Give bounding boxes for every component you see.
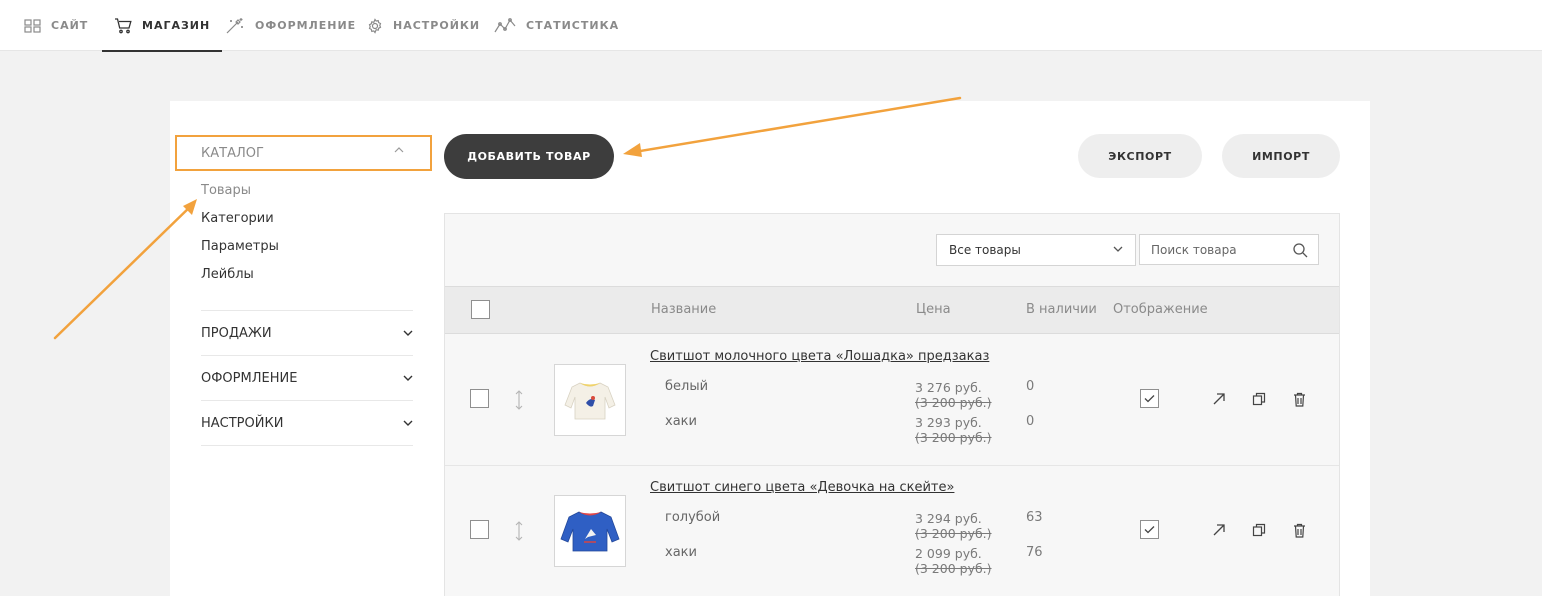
sidebar-item-products[interactable]: Товары [201, 183, 251, 198]
variant-stock[interactable]: 76 [1026, 545, 1043, 560]
nav-item-label: СТАТИСТИКА [526, 19, 620, 32]
nav-item-shop[interactable]: МАГАЗИН [101, 0, 223, 52]
variant-price-current: 3 293 руб. [915, 415, 982, 430]
variant-name: хаки [665, 545, 697, 560]
product-search [1139, 234, 1319, 265]
nav-item-design[interactable]: ОФОРМЛЕНИЕ [225, 0, 356, 51]
product-title-link[interactable]: Свитшот синего цвета «Девочка на скейте» [650, 480, 954, 495]
visibility-checkbox[interactable] [1140, 389, 1159, 408]
open-external-icon[interactable] [1212, 523, 1226, 537]
variant-price-old: (3 200 руб.) [915, 430, 992, 445]
nav-item-label: НАСТРОЙКИ [393, 19, 481, 32]
chevron-down-icon [1113, 246, 1123, 252]
column-header-name[interactable]: Название [651, 302, 716, 317]
duplicate-icon[interactable] [1252, 523, 1266, 537]
variant-price: 3 276 руб. (3 200 руб.) [915, 380, 992, 410]
sidebar-section-sales[interactable]: ПРОДАЖИ [201, 310, 413, 355]
variant-price-old: (3 200 руб.) [915, 561, 992, 576]
product-thumbnail[interactable] [554, 495, 626, 567]
variant-price: 2 099 руб. (3 200 руб.) [915, 546, 992, 576]
top-navigation: САЙТ МАГАЗИН ОФОРМЛЕНИЕ НАСТРОЙКИ СТАТИС… [0, 0, 1542, 52]
checkmark-icon [1144, 526, 1155, 534]
gear-icon [368, 17, 382, 34]
nav-item-label: ОФОРМЛЕНИЕ [255, 19, 357, 32]
products-filter-select[interactable]: Все товары [936, 234, 1136, 266]
product-search-input[interactable] [1140, 235, 1280, 264]
chevron-down-icon [403, 420, 413, 426]
product-title-link[interactable]: Свитшот молочного цвета «Лошадка» предза… [650, 349, 989, 364]
sweatshirt-blue-skater-image [560, 511, 620, 552]
trash-icon[interactable] [1293, 392, 1306, 407]
variant-stock[interactable]: 63 [1026, 510, 1043, 525]
add-product-button[interactable]: ДОБАВИТЬ ТОВАР [444, 134, 614, 179]
sidebar-item-categories[interactable]: Категории [201, 211, 274, 226]
nav-item-label: МАГАЗИН [142, 19, 211, 32]
variant-price-current: 3 276 руб. [915, 380, 982, 395]
variant-name: голубой [665, 510, 721, 525]
export-button[interactable]: ЭКСПОРТ [1078, 134, 1202, 178]
drag-handle-icon[interactable] [514, 390, 524, 410]
duplicate-icon[interactable] [1252, 392, 1266, 406]
drag-handle-icon[interactable] [514, 521, 524, 541]
chart-line-icon [494, 17, 516, 32]
chevron-down-icon [403, 375, 413, 381]
chevron-up-icon [394, 147, 404, 153]
variant-price: 3 293 руб. (3 200 руб.) [915, 415, 992, 445]
filter-selected-value: Все товары [949, 243, 1021, 257]
row-checkbox[interactable] [470, 520, 489, 539]
sidebar-catalog-toggle[interactable]: КАТАЛОГ [175, 135, 432, 171]
variant-name: хаки [665, 414, 697, 429]
column-header-visibility[interactable]: Отображение [1113, 302, 1208, 317]
sidebar-section-label: ОФОРМЛЕНИЕ [201, 370, 298, 386]
grid-icon [24, 18, 41, 33]
chevron-down-icon [403, 330, 413, 336]
nav-item-statistics[interactable]: СТАТИСТИКА [494, 0, 619, 51]
magic-wand-icon [226, 17, 243, 33]
column-header-stock[interactable]: В наличии [1026, 302, 1097, 317]
cart-icon [115, 17, 132, 33]
search-icon[interactable] [1293, 243, 1308, 258]
visibility-checkbox[interactable] [1140, 520, 1159, 539]
sidebar-section-label: ПРОДАЖИ [201, 325, 272, 341]
select-all-checkbox[interactable] [471, 300, 490, 319]
nav-item-label: САЙТ [51, 19, 89, 32]
sidebar-item-labels[interactable]: Лейблы [201, 267, 254, 282]
row-checkbox[interactable] [470, 389, 489, 408]
open-external-icon[interactable] [1212, 392, 1226, 406]
variant-price-old: (3 200 руб.) [915, 395, 992, 410]
nav-item-settings[interactable]: НАСТРОЙКИ [367, 0, 480, 51]
nav-item-site[interactable]: САЙТ [24, 0, 88, 51]
variant-stock[interactable]: 0 [1026, 414, 1034, 429]
sidebar-section-label: НАСТРОЙКИ [201, 415, 284, 431]
checkmark-icon [1144, 395, 1155, 403]
sidebar-catalog-label: КАТАЛОГ [201, 145, 264, 161]
variant-price-current: 2 099 руб. [915, 546, 982, 561]
sidebar-divider [201, 445, 413, 446]
variant-stock[interactable]: 0 [1026, 379, 1034, 394]
product-thumbnail[interactable] [554, 364, 626, 436]
variant-name: белый [665, 379, 709, 394]
sidebar-item-parameters[interactable]: Параметры [201, 239, 279, 254]
variant-price-current: 3 294 руб. [915, 511, 982, 526]
sidebar-section-settings[interactable]: НАСТРОЙКИ [201, 400, 413, 445]
column-header-price[interactable]: Цена [916, 302, 951, 317]
variant-price-old: (3 200 руб.) [915, 526, 992, 541]
sweatshirt-cream-horse-image [564, 382, 616, 420]
trash-icon[interactable] [1293, 523, 1306, 538]
import-button[interactable]: ИМПОРТ [1222, 134, 1340, 178]
sidebar-section-design[interactable]: ОФОРМЛЕНИЕ [201, 355, 413, 400]
variant-price: 3 294 руб. (3 200 руб.) [915, 511, 992, 541]
